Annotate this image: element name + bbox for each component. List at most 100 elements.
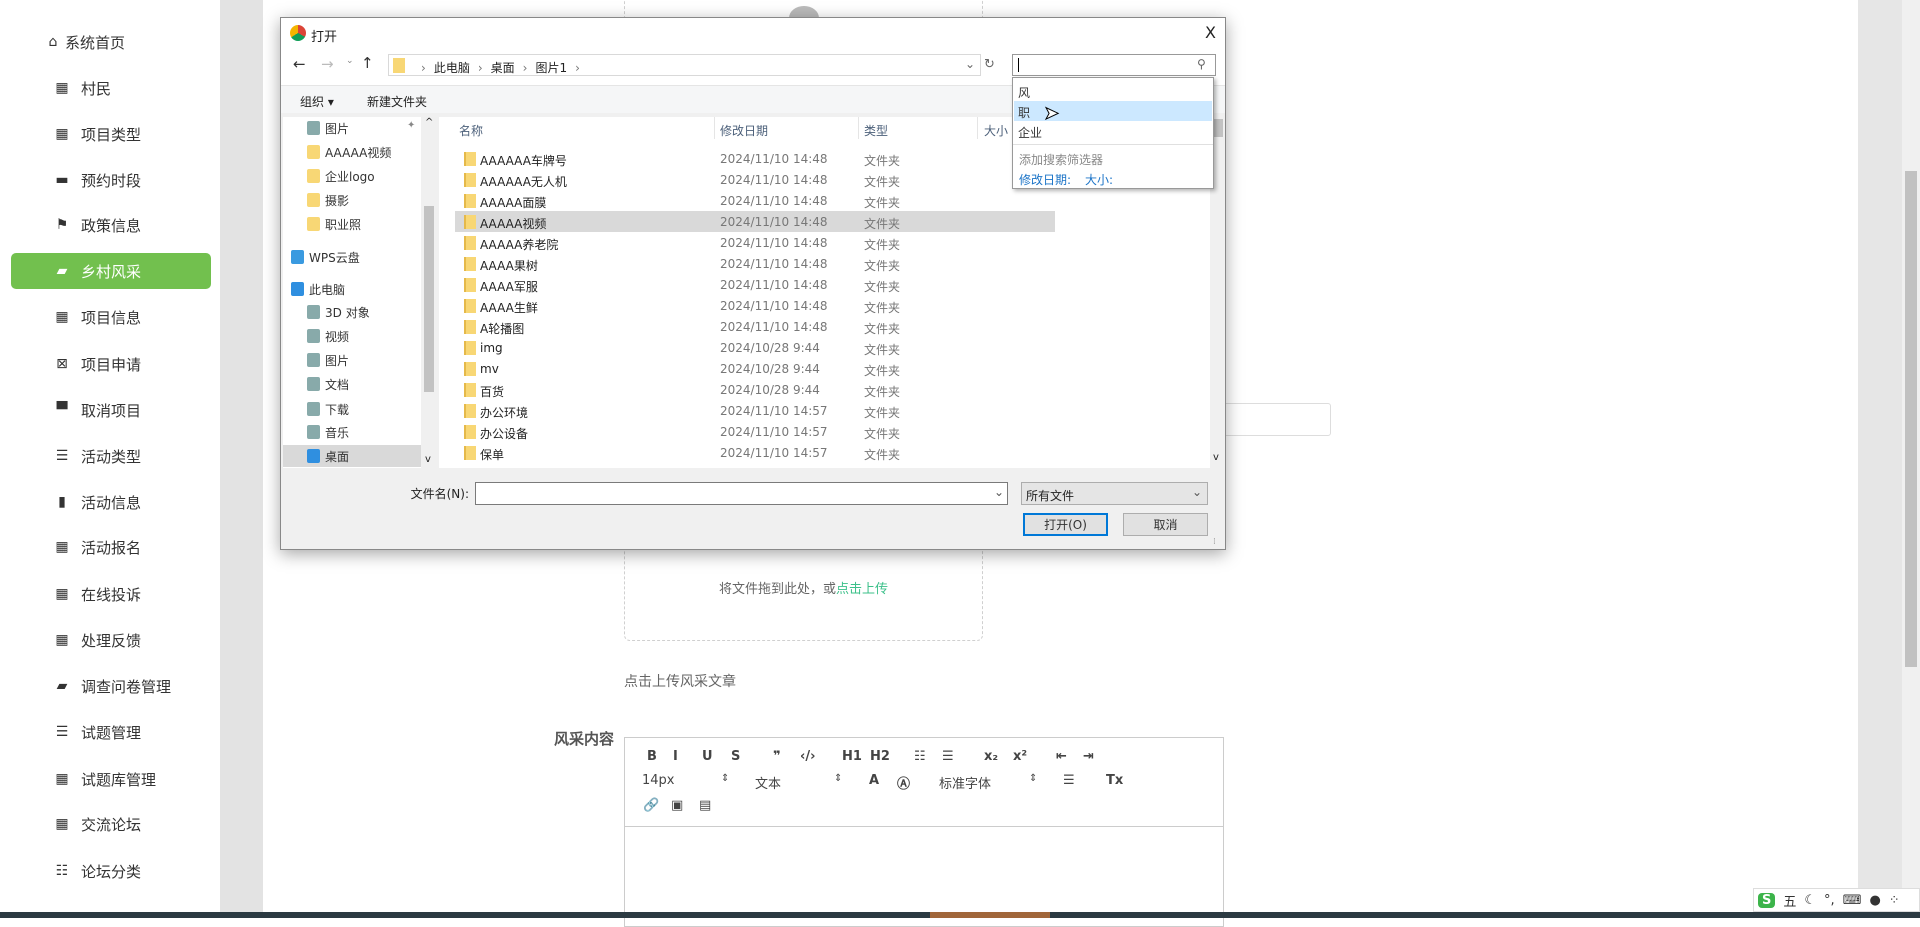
address-dropdown-icon[interactable]: ⌄ bbox=[965, 57, 975, 71]
background-color-icon[interactable]: Ⓐ bbox=[897, 773, 910, 792]
heading1-icon[interactable]: H1 bbox=[842, 749, 862, 764]
code-icon[interactable]: ‹/› bbox=[800, 749, 815, 764]
outdent-icon[interactable]: ⇤ bbox=[1056, 749, 1067, 764]
sidebar-item-11[interactable]: ▦ 活动报名 bbox=[11, 529, 211, 565]
nav-item[interactable]: AAAAA视频 bbox=[283, 141, 421, 163]
nav-item[interactable]: 职业照 bbox=[283, 213, 421, 235]
filename-input[interactable]: ⌄ bbox=[475, 482, 1008, 505]
page-scrollbar-thumb[interactable] bbox=[1905, 171, 1917, 667]
link-icon[interactable]: 🔗 bbox=[643, 798, 659, 813]
column-header-name[interactable]: 名称 bbox=[459, 122, 483, 139]
sidebar-item-0[interactable]: ⌂ 系统首页 bbox=[11, 24, 211, 60]
new-folder-button[interactable]: 新建文件夹 bbox=[367, 93, 427, 110]
taskbar-active-app[interactable] bbox=[930, 912, 1050, 918]
file-row[interactable]: AAAAA面膜 2024/11/10 14:48 文件夹 bbox=[455, 190, 1055, 211]
sidebar-item-8[interactable]: ▀ 取消项目 bbox=[11, 392, 211, 428]
image-icon[interactable]: ▣ bbox=[671, 798, 683, 813]
sidebar-item-17[interactable]: ▦ 交流论坛 bbox=[11, 806, 211, 842]
sidebar-item-14[interactable]: ▰ 调查问卷管理 bbox=[11, 668, 211, 704]
article-upload-link[interactable]: 点击上传风采文章 bbox=[624, 671, 736, 691]
font-size-select[interactable]: 14px bbox=[642, 773, 675, 788]
file-row[interactable]: A轮播图 2024/11/10 14:48 文件夹 bbox=[455, 316, 1055, 337]
sidebar-item-5[interactable]: ▰ 乡村风采 bbox=[11, 253, 211, 289]
nav-item[interactable]: 音乐 bbox=[283, 421, 421, 443]
file-row[interactable]: 保单 2024/11/10 14:57 文件夹 bbox=[455, 442, 1055, 463]
indent-icon[interactable]: ⇥ bbox=[1083, 749, 1094, 764]
strikethrough-icon[interactable]: S bbox=[731, 749, 740, 764]
chevron-right-icon[interactable]: › bbox=[421, 61, 426, 75]
sidebar-item-13[interactable]: ▦ 处理反馈 bbox=[11, 622, 211, 658]
nav-item[interactable]: 下载 bbox=[283, 398, 421, 420]
scroll-down-icon[interactable]: v bbox=[1213, 452, 1219, 463]
filename-dropdown-icon[interactable]: ⌄ bbox=[994, 485, 1004, 499]
address-bar[interactable]: › 此电脑 › 桌面 › 图片1 › ⌄ bbox=[388, 54, 981, 76]
sidebar-item-2[interactable]: ▦ 项目类型 bbox=[11, 116, 211, 152]
sidebar-item-12[interactable]: ▦ 在线投诉 bbox=[11, 576, 211, 612]
file-row[interactable]: mv 2024/10/28 9:44 文件夹 bbox=[455, 358, 1055, 379]
sidebar-item-1[interactable]: ▦ 村民 bbox=[11, 70, 211, 106]
scroll-up-icon[interactable]: ^ bbox=[425, 117, 433, 128]
nav-item[interactable]: 视频 bbox=[283, 325, 421, 347]
file-row[interactable]: 办公环境 2024/11/10 14:57 文件夹 bbox=[455, 400, 1055, 421]
file-row[interactable]: AAAAAA无人机 2024/11/10 14:48 文件夹 bbox=[455, 169, 1055, 190]
sidebar-item-10[interactable]: ▮ 活动信息 bbox=[11, 484, 211, 520]
file-row[interactable]: AAAAA养老院 2024/11/10 14:48 文件夹 bbox=[455, 232, 1055, 253]
sidebar-item-15[interactable]: ☰ 试题管理 bbox=[11, 714, 211, 750]
file-row[interactable]: 百货 2024/10/28 9:44 文件夹 bbox=[455, 379, 1055, 400]
sidebar-item-6[interactable]: ▦ 项目信息 bbox=[11, 299, 211, 335]
chevron-right-icon[interactable]: › bbox=[478, 61, 483, 75]
nav-item[interactable]: 桌面 bbox=[283, 445, 421, 467]
rich-text-editor[interactable] bbox=[624, 737, 1224, 927]
up-arrow-icon[interactable]: ↑ bbox=[361, 54, 374, 72]
nav-item[interactable]: 文档 bbox=[283, 373, 421, 395]
toolbox-icon[interactable]: ⁘ bbox=[1889, 893, 1900, 908]
breadcrumb-item[interactable]: 图片1 bbox=[535, 61, 567, 75]
file-row[interactable]: img 2024/10/28 9:44 文件夹 bbox=[455, 337, 1055, 358]
clear-format-icon[interactable]: Tx bbox=[1106, 773, 1123, 788]
underline-icon[interactable]: U bbox=[702, 749, 713, 764]
sidebar-item-4[interactable]: ⚑ 政策信息 bbox=[11, 207, 211, 243]
sidebar-item-16[interactable]: ▦ 试题库管理 bbox=[11, 761, 211, 797]
scroll-down-icon[interactable]: v bbox=[425, 454, 431, 465]
file-row[interactable]: AAAAAA车牌号 2024/11/10 14:48 文件夹 bbox=[455, 148, 1055, 169]
blockquote-icon[interactable]: ❞ bbox=[773, 749, 781, 764]
punctuation-icon[interactable]: °, bbox=[1824, 893, 1835, 908]
file-row[interactable]: 办公设备 2024/11/10 14:57 文件夹 bbox=[455, 421, 1055, 442]
resize-grip-icon[interactable]: ⁞ bbox=[1213, 537, 1216, 547]
cancel-button[interactable]: 取消 bbox=[1123, 513, 1208, 536]
nav-item[interactable]: 3D 对象 bbox=[283, 301, 421, 323]
nav-scrollbar-thumb[interactable] bbox=[424, 206, 434, 392]
italic-icon[interactable]: I bbox=[673, 749, 678, 764]
sidebar-item-3[interactable]: ▬ 预约时段 bbox=[11, 162, 211, 198]
chevron-right-icon[interactable]: › bbox=[523, 61, 528, 75]
column-divider[interactable] bbox=[714, 117, 715, 139]
sidebar-item-9[interactable]: ☰ 活动类型 bbox=[11, 438, 211, 474]
file-row[interactable]: AAAAA视频 2024/11/10 14:48 文件夹 bbox=[455, 211, 1055, 232]
nav-item[interactable]: 图片 bbox=[283, 349, 421, 371]
nav-item[interactable]: WPS云盘 bbox=[283, 246, 421, 268]
column-header-size[interactable]: 大小 bbox=[984, 122, 1008, 139]
file-row[interactable]: AAAA果树 2024/11/10 14:48 文件夹 bbox=[455, 253, 1055, 274]
half-width-icon[interactable]: ☾ bbox=[1804, 893, 1816, 908]
upload-link[interactable]: 点击上传 bbox=[836, 582, 888, 597]
nav-scrollbar[interactable]: ^ v bbox=[421, 117, 437, 468]
nav-item[interactable]: 企业logo bbox=[283, 165, 421, 187]
forward-arrow-icon[interactable]: → bbox=[321, 55, 334, 73]
keyboard-icon[interactable]: ⌨ bbox=[1843, 893, 1862, 908]
close-button[interactable]: X bbox=[1205, 23, 1216, 42]
font-family-select[interactable]: 标准字体 bbox=[939, 773, 991, 792]
open-button[interactable]: 打开(O) bbox=[1023, 513, 1108, 536]
sidebar-item-7[interactable]: ⊠ 项目申请 bbox=[11, 346, 211, 382]
block-type-select[interactable]: 文本 bbox=[755, 773, 781, 792]
nav-item[interactable]: 图片 bbox=[283, 117, 421, 139]
file-row[interactable]: AAAA生鲜 2024/11/10 14:48 文件夹 bbox=[455, 295, 1055, 316]
ime-mode[interactable]: 五 bbox=[1783, 891, 1796, 910]
sidebar-item-18[interactable]: ☷ 论坛分类 bbox=[11, 853, 211, 889]
nav-item[interactable]: 此电脑 bbox=[283, 278, 421, 300]
chevron-right-icon[interactable]: › bbox=[575, 61, 580, 75]
organize-menu[interactable]: 组织 ▾ bbox=[300, 93, 334, 110]
breadcrumb-item[interactable]: 此电脑 bbox=[434, 61, 470, 75]
column-header-type[interactable]: 类型 bbox=[864, 122, 888, 139]
nav-item[interactable]: 摄影 bbox=[283, 189, 421, 211]
subscript-icon[interactable]: x₂ bbox=[984, 749, 998, 764]
